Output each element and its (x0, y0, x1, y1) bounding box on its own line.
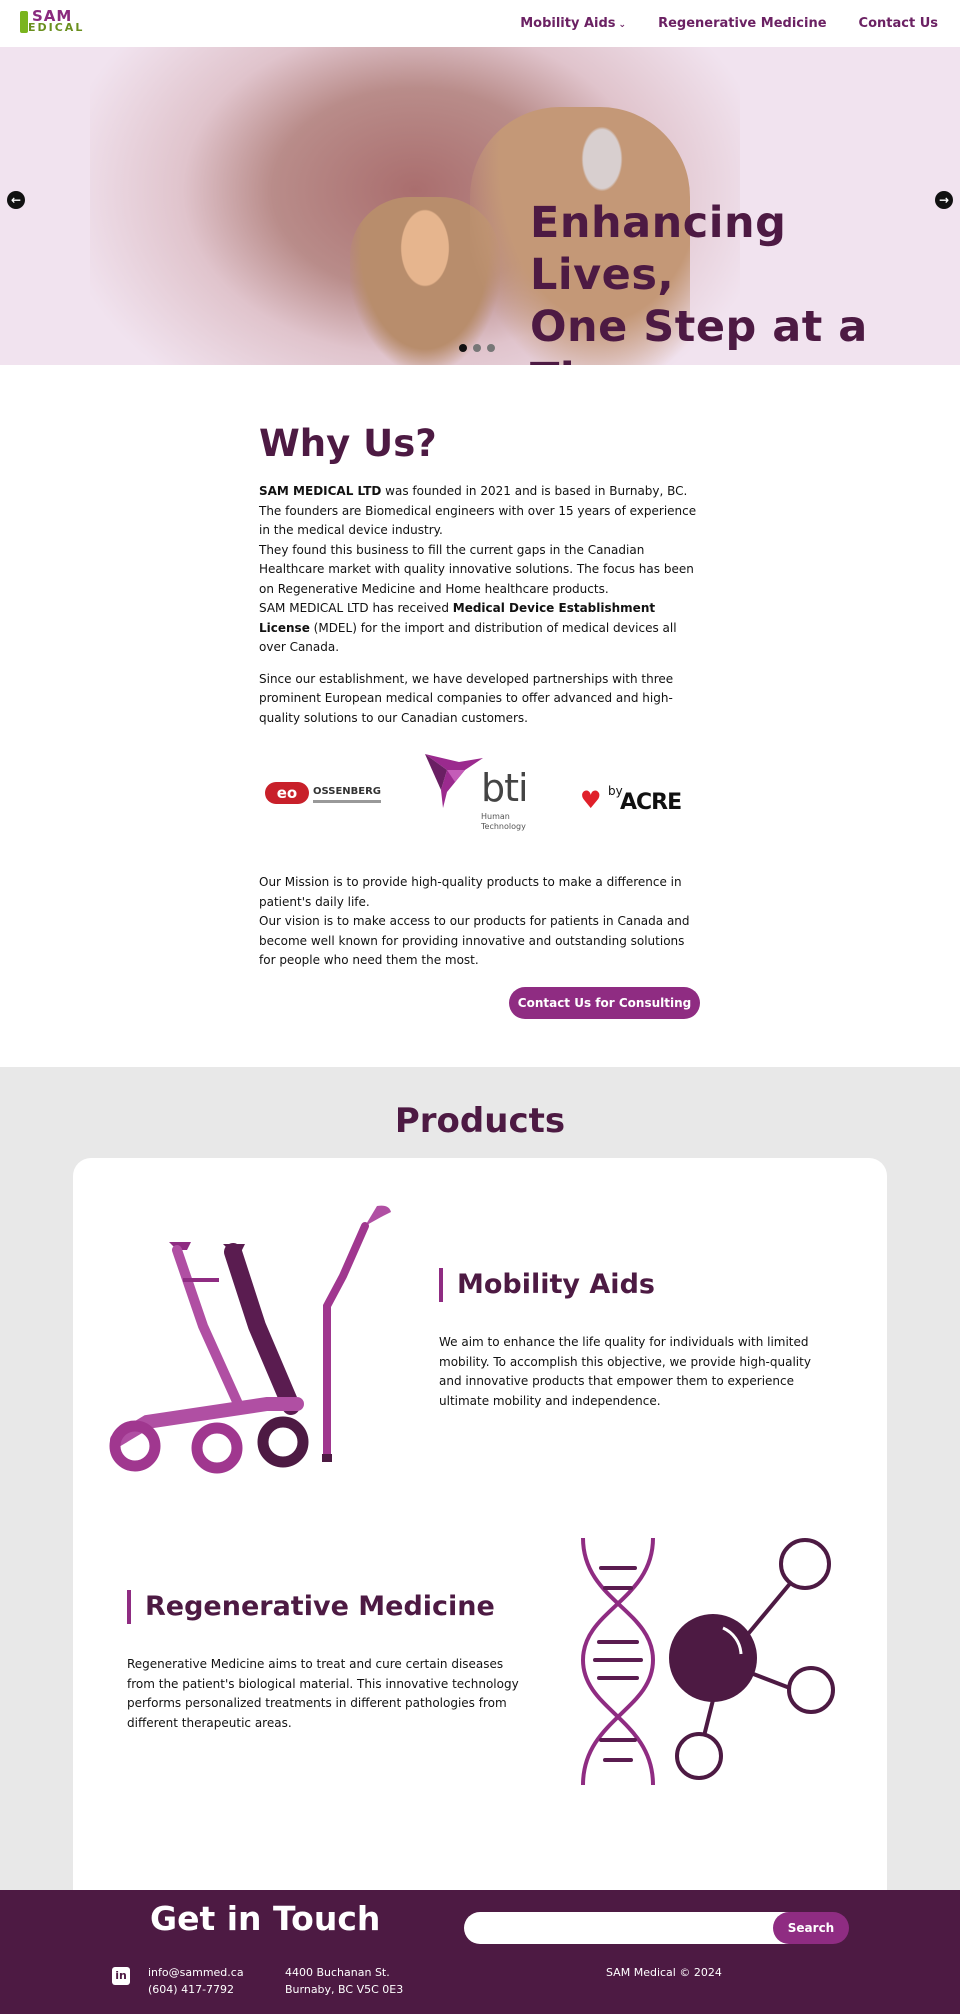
nav-mobility-aids[interactable]: Mobility Aids ⌄ (520, 16, 626, 33)
partner-logos: eo OSSENBERG bti Human Technology ♥ by AC… (259, 748, 701, 840)
carousel-next-arrow-icon[interactable]: → (935, 191, 953, 209)
byacre-logo: ♥ by ACRE (580, 782, 700, 815)
address-line2: Burnaby, BC V5C 0E3 (285, 1983, 404, 1996)
ossenberg-underline (313, 800, 381, 803)
vision-text: Our vision is to make access to our prod… (259, 914, 690, 967)
mission-text: Our Mission is to provide high-quality p… (259, 875, 682, 909)
ossenberg-name: OSSENBERG (313, 786, 382, 797)
products-card: Mobility Aids We aim to enhance the life… (73, 1158, 887, 1918)
mission-section: Our Mission is to provide high-quality p… (259, 873, 701, 971)
get-in-touch-heading: Get in Touch (150, 1899, 381, 1938)
contact-info: info@sammed.ca (604) 417-7792 (148, 1964, 244, 1998)
carousel-dots (459, 344, 495, 352)
carousel-prev-arrow-icon[interactable]: ← (7, 191, 25, 209)
mobility-aids-description: We aim to enhance the life quality for i… (439, 1335, 811, 1408)
sam-medical-logo[interactable]: SAM EDICAL (20, 9, 110, 35)
carousel-dot-1[interactable] (459, 344, 467, 352)
walker-and-cane-icon[interactable] (107, 1196, 397, 1476)
company-name: SAM MEDICAL LTD (259, 484, 382, 498)
mdel-pre: SAM MEDICAL LTD has received (259, 601, 453, 615)
footer-search-button[interactable]: Search (773, 1912, 849, 1944)
linkedin-icon[interactable]: in (112, 1967, 130, 1985)
copyright: SAM Medical © 2024 (606, 1966, 722, 1979)
ossenberg-badge: eo (265, 782, 309, 804)
hummingbird-icon (425, 754, 483, 808)
ossenberg-logo: eo OSSENBERG (265, 782, 383, 808)
why-us-section: Why Us? SAM MEDICAL LTD was founded in 2… (259, 420, 701, 728)
address-line1: 4400 Buchanan St. (285, 1966, 390, 1979)
carousel-dot-3[interactable] (487, 344, 495, 352)
founded-text: was founded in 2021 and is based in Burn… (381, 484, 688, 498)
bti-wordmark: bti (481, 766, 529, 810)
mobility-aids-title[interactable]: Mobility Aids (439, 1268, 655, 1302)
address: 4400 Buchanan St. Burnaby, BC V5C 0E3 (285, 1964, 403, 1998)
dna-molecule-icon[interactable] (573, 1530, 843, 1795)
hero-carousel: Enhancing Lives, One Step at a Time ← → (0, 47, 960, 365)
top-nav: SAM EDICAL Mobility Aids ⌄ Regenerative M… (0, 0, 960, 47)
mdel-post: (MDEL) for the import and distribution o… (259, 620, 677, 655)
hero-title: Enhancing Lives, One Step at a Time (530, 197, 930, 365)
products-section: Products Mobility Aids We aim to enhance… (0, 1067, 960, 1918)
why-us-paragraph: SAM MEDICAL LTD was founded in 2021 and … (259, 482, 701, 658)
logo-mark (20, 11, 28, 33)
logo-text-bottom: EDICAL (28, 21, 85, 34)
regenerative-medicine-description: Regenerative Medicine aims to treat and … (127, 1657, 519, 1730)
contact-phone[interactable]: (604) 417-7792 (148, 1983, 234, 1996)
nav-regenerative-medicine[interactable]: Regenerative Medicine (658, 16, 826, 33)
carousel-dot-2[interactable] (473, 344, 481, 352)
bti-sub2: Technology (481, 822, 526, 831)
nav-contact-us[interactable]: Contact Us (859, 16, 938, 33)
byacre-wordmark: ACRE (620, 790, 682, 815)
contact-email[interactable]: info@sammed.ca (148, 1966, 244, 1979)
hero-title-line2: One Step at a Time (530, 302, 868, 365)
regenerative-medicine-title[interactable]: Regenerative Medicine (127, 1590, 495, 1624)
nav-links: Mobility Aids ⌄ Regenerative Medicine Con… (520, 16, 938, 33)
nav-mobility-aids-label: Mobility Aids (520, 16, 616, 31)
business-text: They found this business to fill the cur… (259, 542, 694, 596)
mission-paragraph: Our Mission is to provide high-quality p… (259, 873, 701, 971)
heart-icon: ♥ (580, 786, 602, 814)
founders-text: The founders are Biomedical engineers wi… (259, 503, 697, 538)
contact-consulting-button[interactable]: Contact Us for Consulting (509, 987, 700, 1019)
products-heading: Products (394, 1101, 566, 1141)
why-us-heading: Why Us? (259, 422, 437, 465)
footer: Get in Touch Search in info@sammed.ca (6… (0, 1890, 960, 2014)
partnership-paragraph: Since our establishment, we have develop… (259, 671, 674, 725)
chevron-down-icon: ⌄ (618, 20, 627, 30)
bti-subtitle: Human Technology (481, 812, 526, 832)
bti-sub1: Human (481, 812, 510, 821)
bti-logo: bti Human Technology (425, 752, 545, 838)
hero-title-line1: Enhancing Lives, (530, 198, 787, 300)
